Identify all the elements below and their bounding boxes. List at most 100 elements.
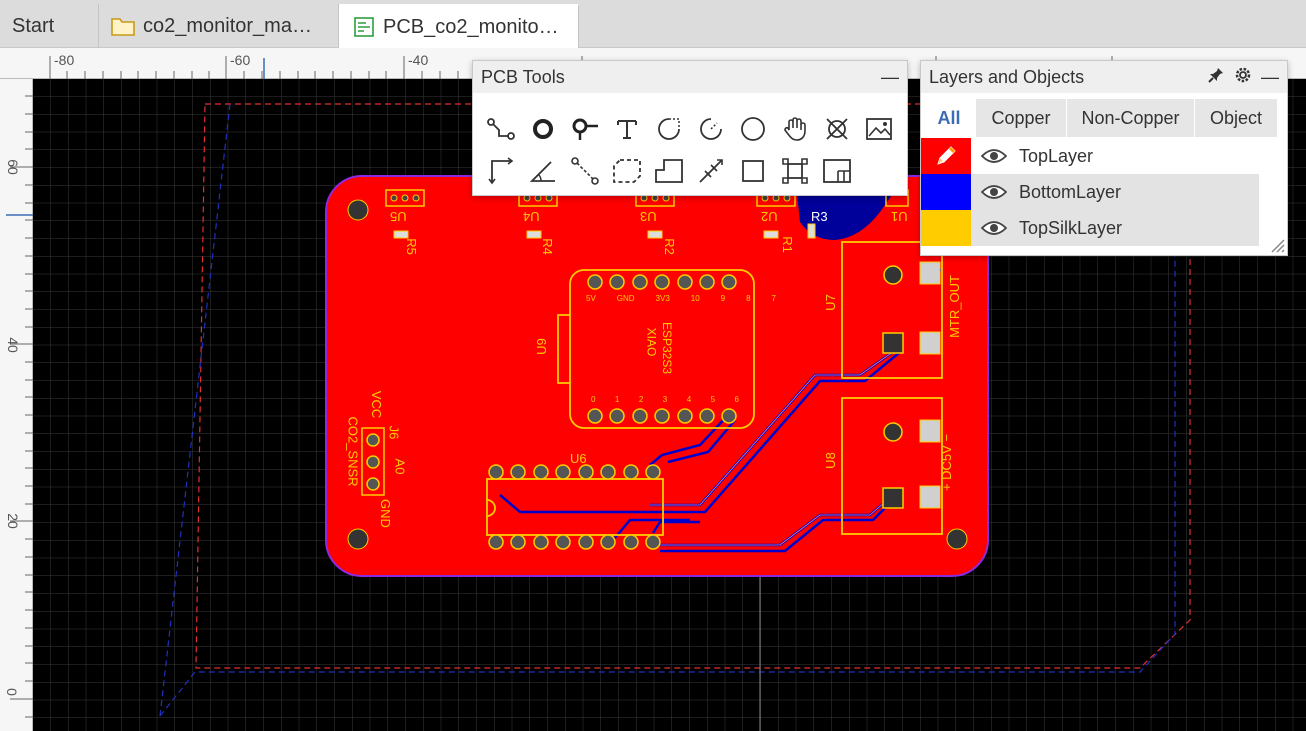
pin-label: 6 bbox=[734, 395, 739, 404]
pin-label: 0 bbox=[591, 395, 596, 404]
tab-label: Copper bbox=[991, 107, 1051, 128]
tab-label: co2_monitor_ma… bbox=[143, 14, 312, 37]
pin-label: 7 bbox=[771, 294, 776, 303]
silk-label-u1: U1 bbox=[891, 209, 908, 224]
panel-title: PCB Tools bbox=[481, 66, 565, 87]
via-tool-icon[interactable] bbox=[569, 113, 601, 145]
dimension-tool-icon[interactable] bbox=[485, 155, 517, 187]
silk-label-u6: U6 bbox=[570, 451, 587, 466]
pin-label: 1 bbox=[614, 395, 620, 404]
ruler-top-label: -80 bbox=[54, 52, 75, 68]
region-tool-icon[interactable] bbox=[611, 155, 643, 187]
layers-header: Layers and Objects — bbox=[921, 61, 1287, 93]
image-tool-icon[interactable] bbox=[863, 113, 895, 145]
pad-tool-icon[interactable] bbox=[527, 113, 559, 145]
silk-label-u4: U4 bbox=[523, 209, 540, 224]
silk-label-u2: U2 bbox=[761, 209, 778, 224]
angle-tool-icon[interactable] bbox=[527, 155, 559, 187]
panelize-tool-icon[interactable] bbox=[821, 155, 853, 187]
pin-label: 4 bbox=[686, 395, 692, 404]
layer-tab-all[interactable]: All bbox=[923, 99, 975, 137]
silk-label-esp32s3: ESP32S3 bbox=[660, 321, 675, 375]
layer-row-toplayer[interactable]: TopLayer bbox=[921, 138, 1259, 174]
tab-start[interactable]: Start bbox=[0, 4, 99, 48]
silk-label-u3: U3 bbox=[640, 209, 657, 224]
rectangle-tool-icon[interactable] bbox=[737, 155, 769, 187]
pin-icon[interactable] bbox=[1207, 66, 1225, 89]
layer-tab-object[interactable]: Object bbox=[1195, 99, 1277, 137]
layer-color-swatch[interactable] bbox=[921, 210, 971, 246]
ruler-left-label: 20 bbox=[4, 513, 21, 529]
tab-label: All bbox=[937, 107, 961, 128]
pin-label: 8 bbox=[746, 294, 751, 303]
silk-label-r2: R2 bbox=[661, 238, 677, 255]
pin-label: 3 bbox=[662, 395, 668, 404]
layer-row-topsilklayer[interactable]: TopSilkLayer bbox=[921, 210, 1259, 246]
silk-label-r1: R1 bbox=[779, 236, 795, 253]
silk-label-u9: U9 bbox=[533, 338, 549, 355]
silk-label-r3: R3 bbox=[811, 209, 828, 224]
silk-label-u7: U7 bbox=[822, 294, 838, 311]
track-tool-icon[interactable] bbox=[485, 113, 517, 145]
layer-tab-copper[interactable]: Copper bbox=[976, 99, 1066, 137]
silk-label-vcc: VCC bbox=[369, 390, 385, 419]
silk-label-a0: A0 bbox=[392, 458, 408, 475]
measure-tool-icon[interactable] bbox=[569, 155, 601, 187]
silk-label-u5: U5 bbox=[390, 209, 407, 224]
pcb-tools-panel: PCB Tools — bbox=[472, 60, 908, 196]
ruler-left-label: 60 bbox=[4, 159, 21, 175]
pin-label: 9 bbox=[720, 294, 726, 303]
pin-label: 5V bbox=[586, 294, 596, 303]
tab-schematic[interactable]: co2_monitor_ma… bbox=[99, 4, 339, 48]
ruler-left-ticks bbox=[6, 95, 33, 718]
no-connect-icon[interactable] bbox=[821, 113, 853, 145]
tab-label: PCB_co2_monito… bbox=[383, 15, 559, 38]
layer-tab-non-copper[interactable]: Non-Copper bbox=[1067, 99, 1194, 137]
tab-label: Start bbox=[12, 14, 55, 37]
pin-label: 10 bbox=[690, 294, 700, 303]
ruler-left-label: 40 bbox=[4, 337, 21, 353]
silk-label-u8: U8 bbox=[822, 452, 838, 469]
pan-hand-icon[interactable] bbox=[779, 113, 811, 145]
pcb-file-icon bbox=[354, 17, 374, 37]
tab-pcb[interactable]: PCB_co2_monito… bbox=[339, 4, 579, 48]
ruler-top-label: -60 bbox=[230, 52, 251, 68]
layer-name: TopLayer bbox=[1019, 145, 1094, 166]
circle-tool-icon[interactable] bbox=[737, 113, 769, 145]
eye-icon[interactable] bbox=[981, 183, 1007, 201]
minimize-button[interactable]: — bbox=[881, 67, 899, 88]
diff-pair-icon[interactable] bbox=[695, 155, 727, 187]
pin-label: 5 bbox=[710, 395, 716, 404]
ruler-left[interactable]: 60 40 20 0 bbox=[0, 79, 33, 731]
gear-icon[interactable] bbox=[1233, 65, 1253, 90]
eye-icon[interactable] bbox=[981, 147, 1007, 165]
arc-center-tool-icon[interactable] bbox=[695, 113, 727, 145]
silk-label-r5: R5 bbox=[403, 238, 419, 255]
silk-label-xiao: XIAO bbox=[644, 327, 659, 357]
silk-label-r4: R4 bbox=[539, 238, 555, 255]
silk-label-j6: J6 bbox=[386, 425, 402, 440]
group-tool-icon[interactable] bbox=[779, 155, 811, 187]
layers-panel: Layers and Objects — All Copper Non-Copp… bbox=[920, 60, 1288, 256]
layer-row-bottomlayer[interactable]: BottomLayer bbox=[921, 174, 1259, 210]
silk-label-mtr-out: MTR_OUT bbox=[946, 275, 962, 338]
pencil-icon bbox=[937, 146, 956, 165]
silk-label-dc5v: + DC5V − bbox=[939, 433, 955, 492]
copper-area-icon[interactable] bbox=[653, 155, 685, 187]
layer-name: TopSilkLayer bbox=[1019, 217, 1123, 238]
layer-color-swatch[interactable] bbox=[921, 174, 971, 210]
minimize-button[interactable]: — bbox=[1261, 67, 1279, 88]
pcb-tools-header: PCB Tools — bbox=[473, 61, 907, 93]
tab-bar: Start co2_monitor_ma… PCB_co2_monito… bbox=[0, 0, 1306, 48]
tab-label: Non-Copper bbox=[1081, 107, 1180, 128]
eye-icon[interactable] bbox=[981, 219, 1007, 237]
resize-grip-icon[interactable] bbox=[1267, 235, 1285, 253]
tab-label: Object bbox=[1209, 107, 1263, 128]
layer-color-swatch[interactable] bbox=[921, 138, 971, 174]
text-tool-icon[interactable] bbox=[611, 113, 643, 145]
pin-label: 3V3 bbox=[655, 294, 670, 303]
arc-tool-icon[interactable] bbox=[653, 113, 685, 145]
folder-icon bbox=[111, 18, 135, 36]
silk-label-co2-snsr: CO2_SNSR bbox=[345, 416, 361, 487]
ruler-left-label: 0 bbox=[3, 688, 20, 696]
